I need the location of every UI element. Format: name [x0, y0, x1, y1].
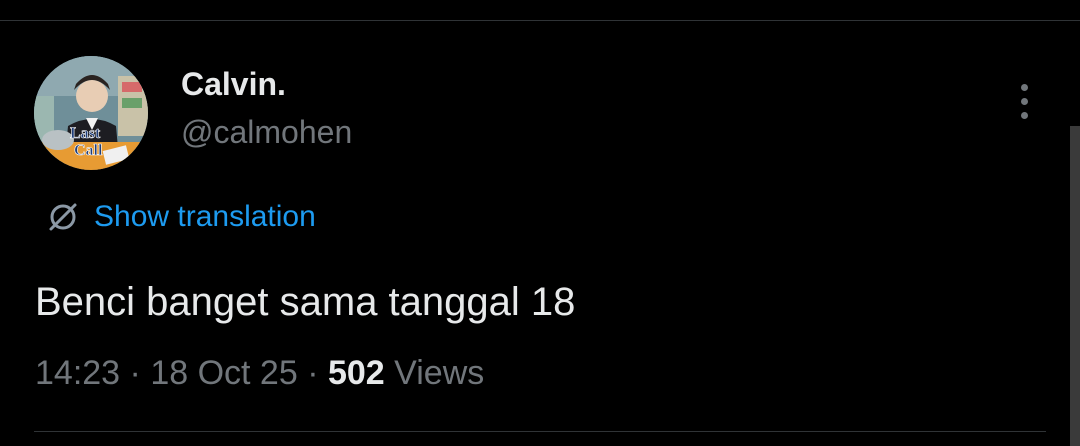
tweet-meta: 14:23 · 18 Oct 25 · 502 Views: [35, 354, 484, 393]
scrollbar[interactable]: [1070, 126, 1080, 446]
views-count[interactable]: 502: [328, 354, 385, 392]
avatar-caption-line1: Last: [70, 125, 101, 142]
views-label[interactable]: Views: [394, 354, 484, 392]
show-translation-label: Show translation: [94, 200, 316, 233]
display-name[interactable]: Calvin.: [181, 66, 286, 103]
globe-slash-icon: [49, 203, 77, 231]
more-vertical-icon[interactable]: [1012, 84, 1036, 120]
meta-separator: ·: [129, 354, 141, 392]
avatar-image: Last Call: [34, 56, 148, 170]
meta-separator-2: ·: [307, 354, 319, 392]
tweet-text: Benci banget sama tanggal 18: [35, 280, 576, 324]
bottom-divider: [34, 431, 1046, 432]
tweet-date[interactable]: 18 Oct 25: [150, 354, 297, 392]
tweet-time[interactable]: 14:23: [35, 354, 120, 392]
avatar-caption-line2: Call: [74, 142, 103, 159]
top-divider: [0, 20, 1080, 21]
avatar[interactable]: Last Call: [34, 56, 148, 170]
user-handle[interactable]: @calmohen: [181, 114, 352, 151]
show-translation-button[interactable]: Show translation: [46, 196, 316, 238]
